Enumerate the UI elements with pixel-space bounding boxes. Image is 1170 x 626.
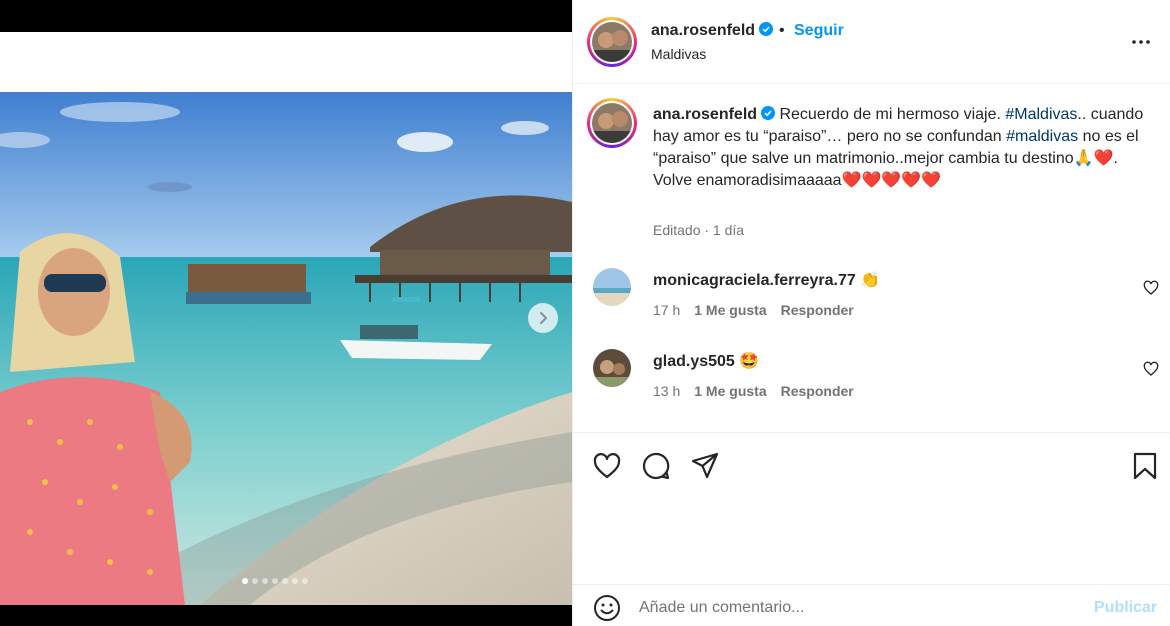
post-photo	[0, 92, 572, 605]
carousel-dot-active	[242, 578, 248, 584]
emoji-picker-icon[interactable]	[593, 594, 621, 622]
comment-meta: 13 h 1 Me gusta Responder	[653, 383, 868, 399]
author-avatar[interactable]	[587, 17, 637, 67]
caption-meta: Editado · 1 día	[653, 222, 745, 238]
post-location[interactable]: Maldivas	[651, 46, 706, 62]
like-comment-heart-icon[interactable]	[1143, 280, 1159, 296]
comment-bubble-icon[interactable]	[641, 451, 671, 481]
carousel-dot	[282, 578, 288, 584]
comment-meta: 17 h 1 Me gusta Responder	[653, 302, 868, 318]
header-separator: •	[779, 22, 785, 39]
post-media	[0, 0, 572, 626]
instagram-post-view: ana.rosenfeld • Seguir Maldivas ana.rose…	[0, 0, 1170, 626]
comment-time[interactable]: 13 h	[653, 383, 680, 399]
reply-button[interactable]: Responder	[781, 383, 854, 399]
add-comment-bar: Publicar	[573, 584, 1170, 626]
more-horizontal-icon[interactable]	[1129, 30, 1153, 54]
comment-likes[interactable]: 1 Me gusta	[694, 383, 766, 399]
save-bookmark-icon[interactable]	[1130, 451, 1160, 481]
verified-badge-icon	[761, 106, 776, 120]
caption-emoji: ❤️❤️❤️❤️❤️	[841, 172, 942, 189]
media-top-padding	[0, 32, 572, 92]
comment-avatar[interactable]	[593, 349, 631, 387]
comment-username-text[interactable]: glad.ys505	[653, 353, 735, 370]
like-comment-heart-icon[interactable]	[1143, 361, 1159, 377]
comment-avatar[interactable]	[593, 268, 631, 306]
caption-username[interactable]: ana.rosenfeld	[653, 106, 757, 123]
carousel-dot	[252, 578, 258, 584]
comment-username-text[interactable]: monicagraciela.ferreyra.77	[653, 272, 856, 289]
carousel-dot	[262, 578, 268, 584]
post-header: ana.rosenfeld • Seguir Maldivas	[573, 0, 1170, 84]
comment-emoji: 👏	[860, 272, 881, 289]
chevron-right-icon	[540, 312, 547, 324]
post-actions	[573, 432, 1170, 496]
carousel-dot	[302, 578, 308, 584]
publish-button[interactable]: Publicar	[1094, 599, 1157, 617]
comment-input[interactable]	[639, 595, 1079, 621]
next-slide-button[interactable]	[528, 303, 558, 333]
media-bottom-letterbox	[0, 605, 572, 626]
comment-time[interactable]: 17 h	[653, 302, 680, 318]
author-username-text[interactable]: ana.rosenfeld	[651, 22, 755, 39]
carousel-dots	[242, 578, 308, 584]
caption-body: Recuerdo de mi hermoso viaje.	[775, 106, 1006, 123]
caption-avatar[interactable]	[587, 98, 637, 148]
reply-button[interactable]: Responder	[781, 302, 854, 318]
comment-likes[interactable]: 1 Me gusta	[694, 302, 766, 318]
like-heart-icon[interactable]	[592, 451, 622, 481]
caption-emoji: 🙏❤️	[1073, 150, 1114, 167]
carousel-dot	[292, 578, 298, 584]
comment-username[interactable]: monicagraciela.ferreyra.77 👏	[653, 270, 880, 290]
media-top-letterbox	[0, 0, 572, 32]
comment-item: glad.ys505 🤩 13 h 1 Me gusta Responder	[573, 349, 1170, 409]
author-username[interactable]: ana.rosenfeld	[651, 22, 774, 40]
comment-emoji: 🤩	[739, 353, 760, 370]
comment-username[interactable]: glad.ys505 🤩	[653, 351, 759, 371]
follow-button[interactable]: Seguir	[794, 22, 844, 40]
carousel-dot	[272, 578, 278, 584]
hashtag-link[interactable]: #maldivas	[1006, 128, 1078, 145]
hashtag-link[interactable]: #Maldivas	[1005, 106, 1077, 123]
post-side-panel: ana.rosenfeld • Seguir Maldivas ana.rose…	[572, 0, 1170, 626]
verified-badge-icon	[759, 22, 774, 36]
caption-text: ana.rosenfeld Recuerdo de mi hermoso via…	[653, 104, 1153, 192]
comment-item: monicagraciela.ferreyra.77 👏 17 h 1 Me gu…	[573, 268, 1170, 328]
share-send-icon[interactable]	[690, 451, 720, 481]
